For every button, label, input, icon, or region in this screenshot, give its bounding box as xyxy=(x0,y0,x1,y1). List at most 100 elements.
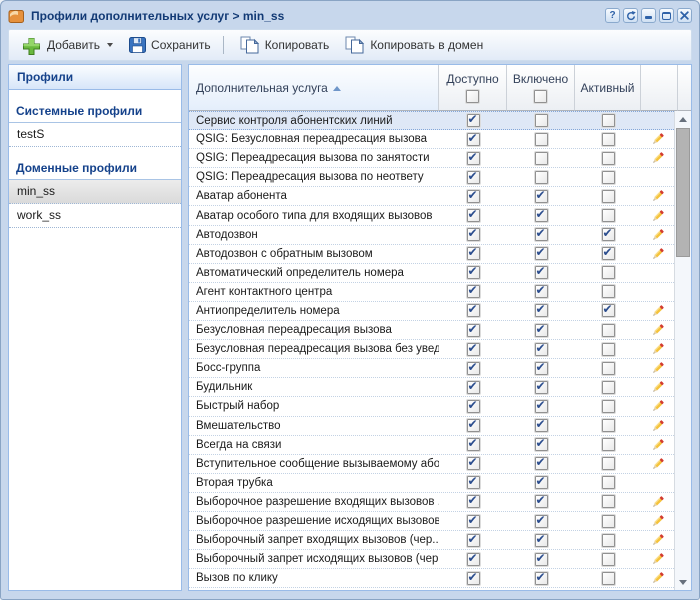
enabled-checkbox[interactable] xyxy=(535,343,548,356)
table-row[interactable]: QSIG: Переадресация вызова по занятости xyxy=(189,149,674,168)
available-checkbox[interactable] xyxy=(467,133,480,146)
table-row[interactable]: Будильник xyxy=(189,378,674,397)
enabled-checkbox[interactable] xyxy=(535,228,548,241)
enabled-checkbox[interactable] xyxy=(535,209,548,222)
table-row[interactable]: Всегда на связи xyxy=(189,436,674,455)
available-checkbox[interactable] xyxy=(467,343,480,356)
enabled-checkbox[interactable] xyxy=(535,190,548,203)
active-checkbox[interactable] xyxy=(602,209,615,222)
edit-pencil-icon[interactable] xyxy=(651,438,665,452)
copy-button[interactable]: Копировать xyxy=(232,32,338,58)
edit-pencil-icon[interactable] xyxy=(651,514,665,528)
table-row[interactable]: Босс-группа xyxy=(189,359,674,378)
table-row[interactable]: QSIG: Безусловная переадресация вызова xyxy=(189,130,674,149)
table-row[interactable]: Автодозвон с обратным вызовом xyxy=(189,245,674,264)
scroll-down-button[interactable] xyxy=(675,574,691,590)
table-row[interactable]: Выборочное разрешение исходящих вызовов.… xyxy=(189,512,674,531)
enabled-checkbox[interactable] xyxy=(535,476,548,489)
maximize-button[interactable] xyxy=(659,8,674,23)
edit-pencil-icon[interactable] xyxy=(651,247,665,261)
available-checkbox[interactable] xyxy=(467,438,480,451)
active-checkbox[interactable] xyxy=(602,457,615,470)
available-checkbox[interactable] xyxy=(467,553,480,566)
active-checkbox[interactable] xyxy=(602,324,615,337)
available-checkbox[interactable] xyxy=(467,476,480,489)
column-header-available[interactable]: Доступно xyxy=(439,65,507,111)
sidebar-item-work_ss[interactable]: work_ss xyxy=(9,204,181,228)
available-checkbox[interactable] xyxy=(467,324,480,337)
table-row[interactable]: Автоматический определитель номера xyxy=(189,264,674,283)
close-button[interactable] xyxy=(677,8,692,23)
available-checkbox[interactable] xyxy=(467,495,480,508)
table-row[interactable]: Выборочный запрет исходящих вызовов (чер… xyxy=(189,550,674,569)
enabled-checkbox[interactable] xyxy=(535,495,548,508)
available-checkbox[interactable] xyxy=(467,285,480,298)
table-row[interactable]: QSIG: Переадресация вызова по неответу xyxy=(189,168,674,187)
active-checkbox[interactable] xyxy=(602,228,615,241)
scrollbar-thumb[interactable] xyxy=(676,128,690,257)
available-checkbox[interactable] xyxy=(467,190,480,203)
minimize-button[interactable] xyxy=(641,8,656,23)
edit-pencil-icon[interactable] xyxy=(651,571,665,585)
available-checkbox[interactable] xyxy=(467,209,480,222)
enabled-checkbox[interactable] xyxy=(535,381,548,394)
available-checkbox[interactable] xyxy=(467,171,480,184)
available-checkbox[interactable] xyxy=(467,400,480,413)
table-row[interactable]: Г... xyxy=(189,588,674,590)
vertical-scrollbar[interactable] xyxy=(674,111,691,590)
table-row[interactable]: Вступительное сообщение вызываемому або.… xyxy=(189,455,674,474)
active-checkbox[interactable] xyxy=(602,304,615,317)
active-checkbox[interactable] xyxy=(602,495,615,508)
help-button[interactable]: ? xyxy=(605,8,620,23)
active-checkbox[interactable] xyxy=(602,572,615,585)
table-row[interactable]: Автодозвон xyxy=(189,226,674,245)
edit-pencil-icon[interactable] xyxy=(651,228,665,242)
enabled-checkbox[interactable] xyxy=(535,362,548,375)
available-checkbox[interactable] xyxy=(467,381,480,394)
table-row[interactable]: Аватар абонента xyxy=(189,187,674,206)
column-header-service[interactable]: Дополнительная услуга xyxy=(189,65,439,111)
enabled-checkbox[interactable] xyxy=(535,457,548,470)
column-header-enabled[interactable]: Включено xyxy=(507,65,575,111)
column-header-active[interactable]: Активный xyxy=(575,65,641,111)
enabled-checkbox[interactable] xyxy=(535,133,548,146)
table-row[interactable]: Вторая трубка xyxy=(189,474,674,493)
edit-pencil-icon[interactable] xyxy=(651,495,665,509)
active-checkbox[interactable] xyxy=(602,133,615,146)
active-checkbox[interactable] xyxy=(602,419,615,432)
active-checkbox[interactable] xyxy=(602,152,615,165)
enabled-checkbox[interactable] xyxy=(535,419,548,432)
available-checkbox[interactable] xyxy=(467,362,480,375)
add-button[interactable]: Добавить xyxy=(13,32,121,59)
active-checkbox[interactable] xyxy=(602,266,615,279)
edit-pencil-icon[interactable] xyxy=(651,304,665,318)
enabled-checkbox[interactable] xyxy=(535,171,548,184)
edit-pencil-icon[interactable] xyxy=(651,323,665,337)
enabled-checkbox[interactable] xyxy=(535,438,548,451)
active-checkbox[interactable] xyxy=(602,553,615,566)
sidebar-item-testS[interactable]: testS xyxy=(9,123,181,147)
table-row[interactable]: Быстрый набор xyxy=(189,397,674,416)
edit-pencil-icon[interactable] xyxy=(651,151,665,165)
available-checkbox[interactable] xyxy=(467,419,480,432)
enabled-checkbox[interactable] xyxy=(535,515,548,528)
table-row[interactable]: Аватар особого типа для входящих вызовов xyxy=(189,206,674,225)
enabled-checkbox[interactable] xyxy=(535,304,548,317)
available-checkbox[interactable] xyxy=(467,304,480,317)
refresh-button[interactable] xyxy=(623,8,638,23)
available-checkbox[interactable] xyxy=(467,228,480,241)
table-row[interactable]: Сервис контроля абонентских линий xyxy=(189,111,674,130)
table-row[interactable]: Безусловная переадресация вызова xyxy=(189,321,674,340)
active-checkbox[interactable] xyxy=(602,285,615,298)
available-checkbox[interactable] xyxy=(467,534,480,547)
save-button[interactable]: Сохранить xyxy=(121,33,219,57)
copy-to-domain-button[interactable]: Копировать в домен xyxy=(337,32,491,58)
enabled-checkbox[interactable] xyxy=(535,400,548,413)
enabled-checkbox[interactable] xyxy=(535,324,548,337)
table-row[interactable]: Агент контактного центра xyxy=(189,283,674,302)
edit-pencil-icon[interactable] xyxy=(651,189,665,203)
available-checkbox[interactable] xyxy=(467,152,480,165)
scroll-up-button[interactable] xyxy=(675,111,691,127)
active-checkbox[interactable] xyxy=(602,247,615,260)
enabled-checkbox[interactable] xyxy=(535,114,548,127)
